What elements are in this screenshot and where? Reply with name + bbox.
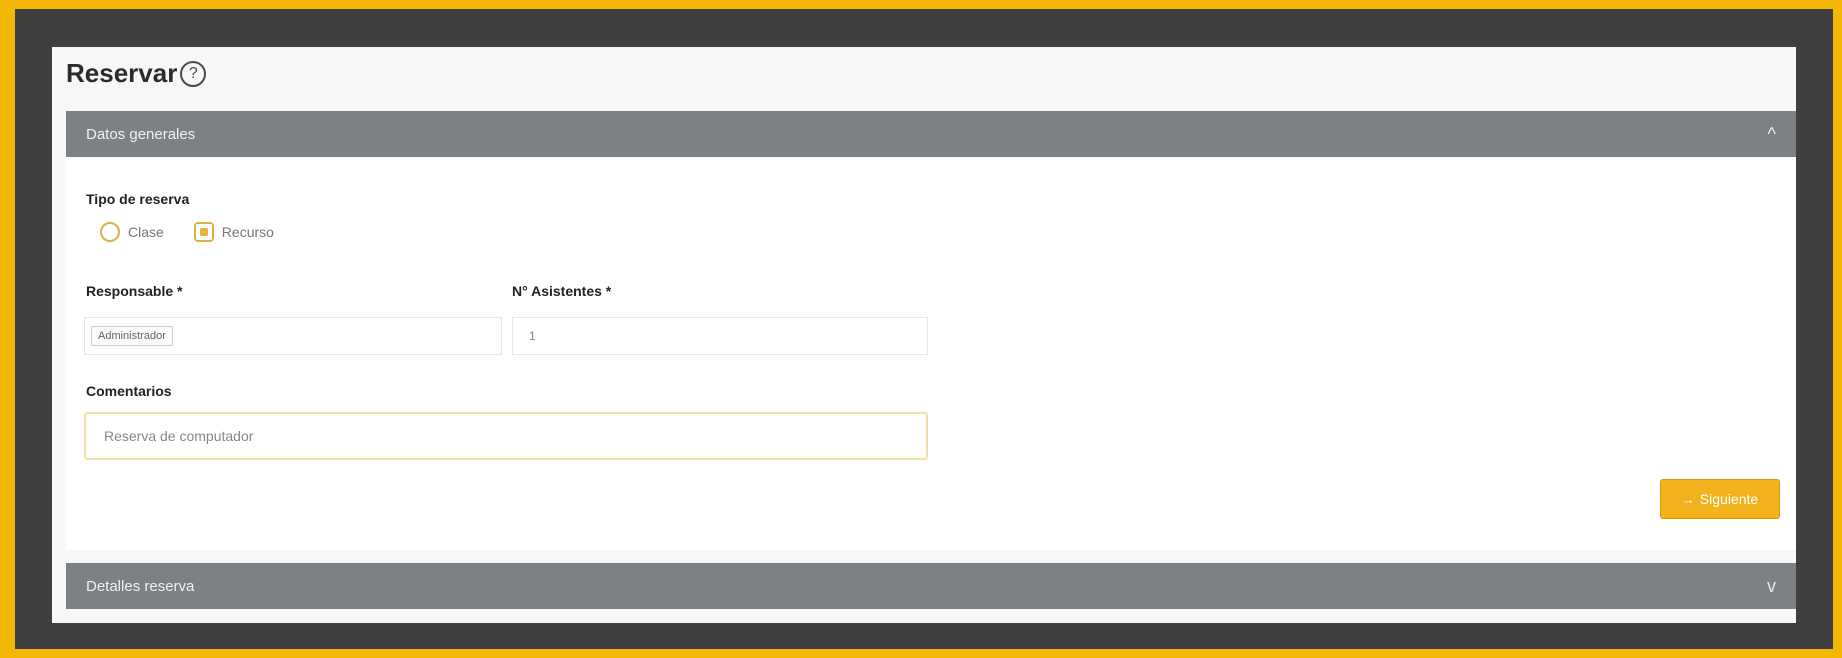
comments-label: Comentarios [86,383,172,399]
radio-clase-icon[interactable] [100,222,120,242]
comments-value: Reserva de computador [104,428,254,444]
radio-clase-label: Clase [128,224,164,240]
arrow-right-icon: → [1681,491,1695,507]
responsible-field[interactable]: Administrador [84,317,502,355]
section-general-label: Datos generales [86,125,196,143]
chevron-up-icon[interactable]: ^ [1768,124,1776,145]
booking-type-label: Tipo de reserva [86,191,190,207]
responsible-chip[interactable]: Administrador [91,326,173,346]
radio-recurso-label: Recurso [221,224,274,240]
attendees-label: N° Asistentes * [512,283,612,299]
comments-textarea[interactable]: Reserva de computador [84,412,928,460]
booking-type-radio-group: Clase Recurso [100,222,304,242]
page-title-text: Reservar [66,58,178,88]
chevron-down-icon[interactable]: v [1767,576,1776,597]
section-header-general[interactable]: Datos generales ^ [66,111,1796,157]
help-icon[interactable]: ? [180,60,207,87]
radio-option-recurso[interactable]: Recurso [193,222,274,242]
next-button[interactable]: → Siguiente [1660,479,1780,519]
responsible-label: Responsable * [86,283,183,299]
attendees-field[interactable]: 1 [512,317,928,355]
page-title: Reservar ? [66,58,207,89]
next-button-label: Siguiente [1699,491,1759,507]
radio-option-clase[interactable]: Clase [100,222,164,242]
attendees-value: 1 [529,329,536,343]
radio-recurso-icon[interactable] [193,222,214,242]
section-details-label: Detalles reserva [86,577,195,595]
section-header-details[interactable]: Detalles reserva v [66,563,1796,609]
